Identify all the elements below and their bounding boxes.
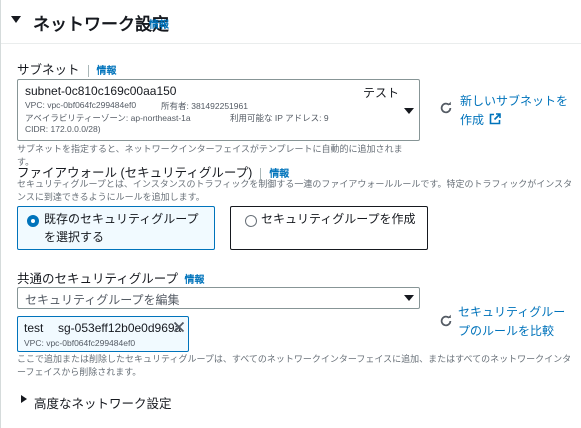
radio-button-existing[interactable]: [27, 215, 39, 227]
chevron-down-icon[interactable]: [404, 295, 414, 301]
new-subnet-link-text[interactable]: 新しいサブネットを作成: [460, 94, 568, 127]
security-group-token: test sg-053eff12b0e0d969a VPC: vpc-0bf06…: [17, 316, 189, 352]
subnet-cidr: CIDR: 172.0.0.0/28): [25, 124, 101, 134]
divider: [87, 64, 89, 77]
refresh-icon[interactable]: [439, 101, 453, 115]
section-header[interactable]: ネットワーク設定 情報: [1, 0, 581, 44]
close-icon[interactable]: [172, 320, 186, 334]
subnet-info-link[interactable]: 情報: [97, 66, 117, 77]
subnet-select[interactable]: subnet-0c810c169c00aa150 テスト VPC: vpc-0b…: [17, 79, 420, 141]
security-group-select[interactable]: セキュリティグループを編集: [17, 287, 420, 309]
external-link-icon: [490, 113, 502, 125]
common-sg-info-link[interactable]: 情報: [185, 275, 205, 286]
network-settings-panel: ネットワーク設定 情報 サブネット 情報 subnet-0c810c169c00a…: [0, 0, 581, 428]
radio-card-create-sg[interactable]: セキュリティグループを作成: [230, 206, 428, 250]
subnet-ip-available: 利用可能な IP アドレス: 9: [230, 113, 329, 123]
subnet-owner: 所有者: 381492251961: [161, 101, 248, 111]
radio-card-existing-sg[interactable]: 既存のセキュリティグループを選択する: [17, 206, 215, 250]
subnet-label-row: サブネット 情報: [17, 59, 117, 78]
collapse-caret-icon[interactable]: [11, 16, 21, 23]
common-sg-help-text: ここで追加または削除したセキュリティグループは、すべてのネットワークインターフェ…: [17, 354, 572, 377]
chevron-down-icon[interactable]: [404, 108, 414, 114]
new-subnet-link[interactable]: 新しいサブネットを作成: [460, 92, 572, 130]
subnet-vpc: VPC: vpc-0bf064fc299484ef0: [25, 100, 137, 110]
subnet-name: テスト: [363, 86, 400, 100]
caret-right-icon[interactable]: [21, 395, 27, 403]
subnet-id: subnet-0c810c169c00aa150: [25, 84, 177, 98]
subnet-az: アベイラビリティーゾーン: ap-northeast-1a: [25, 113, 191, 123]
token-sg-vpc: VPC: vpc-0bf064fc299484ef0: [24, 338, 136, 348]
radio-label-existing[interactable]: 既存のセキュリティグループを選択する: [44, 210, 210, 246]
compare-sg-rules-link[interactable]: セキュリティグループのルールを比較: [458, 303, 570, 341]
refresh-icon[interactable]: [439, 314, 453, 328]
section-info-link[interactable]: 情報: [149, 16, 169, 31]
token-sg-name: test: [24, 321, 44, 335]
token-sg-id: sg-053eff12b0e0d969a: [58, 321, 182, 335]
security-group-placeholder: セキュリティグループを編集: [25, 293, 180, 307]
subnet-label: サブネット: [17, 63, 80, 77]
advanced-network-settings-toggle[interactable]: 高度なネットワーク設定: [34, 393, 172, 412]
common-sg-label-row: 共通のセキュリティグループ 情報: [17, 268, 205, 287]
radio-label-create[interactable]: セキュリティグループを作成: [261, 210, 421, 228]
radio-button-create[interactable]: [245, 215, 257, 227]
common-sg-label: 共通のセキュリティグループ: [17, 272, 179, 286]
firewall-description: セキュリティグループとは、インスタンスのトラフィックを制御する一連のファイアウォ…: [17, 179, 573, 202]
